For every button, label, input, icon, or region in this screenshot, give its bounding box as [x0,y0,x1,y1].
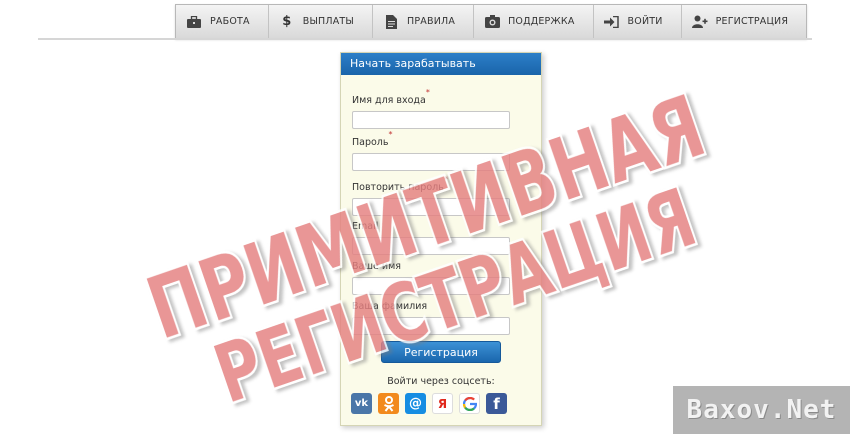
nav-label: ВЫПЛАТЫ [302,16,355,27]
login-input[interactable] [352,111,510,129]
briefcase-icon [186,14,202,30]
first-name-field: Ваше имя [352,254,512,295]
support-icon [484,14,500,30]
google-icon[interactable] [459,393,480,414]
field-label: Имя для входа [352,95,426,106]
add-user-icon [691,14,708,30]
nav-label: ВОЙТИ [627,16,663,27]
social-login-buttons: vk @ Я f [351,393,507,414]
field-label: Ваше имя [352,261,401,272]
nav-item-rules[interactable]: ПРАВИЛА [373,5,475,38]
site-logo: Baxov.Net [673,386,850,434]
vk-icon[interactable]: vk [351,393,372,414]
dollar-icon: $ [282,14,292,29]
field-label: Повторить пароль [352,182,444,193]
password-field: Пароль* [352,130,512,171]
register-button[interactable]: Регистрация [381,341,501,363]
last-name-field: Ваша фамилия [352,294,512,335]
nav-item-support[interactable]: ПОДДЕРЖКА [474,5,594,38]
social-login-title: Войти через соцсеть: [387,376,495,387]
field-label: Пароль [352,137,389,148]
first-name-input[interactable] [352,277,510,295]
main-menu: РАБОТА $ ВЫПЛАТЫ ПРАВИЛА ПОДДЕРЖКА ВОЙТИ [175,4,808,39]
field-label: Ваша фамилия [352,301,428,312]
registration-panel: Начать зарабатывать Имя для входа* Парол… [340,52,542,426]
nav-label: ПРАВИЛА [407,16,456,27]
required-mark: * [388,130,393,139]
required-mark: * [443,175,448,184]
email-input[interactable] [352,237,510,255]
yandex-icon[interactable]: Я [432,393,453,414]
nav-item-login[interactable]: ВОЙТИ [594,5,682,38]
top-navigation: РАБОТА $ ВЫПЛАТЫ ПРАВИЛА ПОДДЕРЖКА ВОЙТИ [0,0,850,40]
repeat-password-field: Повторить пароль* [352,175,512,216]
password-input[interactable] [352,153,510,171]
logo-text: Baxov.Net [686,395,837,425]
nav-label: ПОДДЕРЖКА [508,16,575,27]
required-mark: * [425,88,430,97]
mailru-icon[interactable]: @ [405,393,426,414]
email-field: Email [352,214,512,255]
login-field: Имя для входа* [352,88,512,129]
nav-label: РЕГИСТРАЦИЯ [715,16,789,27]
login-icon [604,14,620,30]
panel-title: Начать зарабатывать [341,53,541,75]
nav-item-work[interactable]: РАБОТА [176,5,269,38]
last-name-input[interactable] [352,317,510,335]
field-label: Email [352,221,379,232]
nav-item-registration[interactable]: РЕГИСТРАЦИЯ [682,5,807,38]
document-icon [383,14,399,30]
nav-divider [38,38,812,40]
facebook-icon[interactable]: f [486,393,507,414]
nav-label: РАБОТА [210,16,250,27]
odnoklassniki-icon[interactable] [378,393,399,414]
nav-item-payments[interactable]: $ ВЫПЛАТЫ [269,5,374,38]
